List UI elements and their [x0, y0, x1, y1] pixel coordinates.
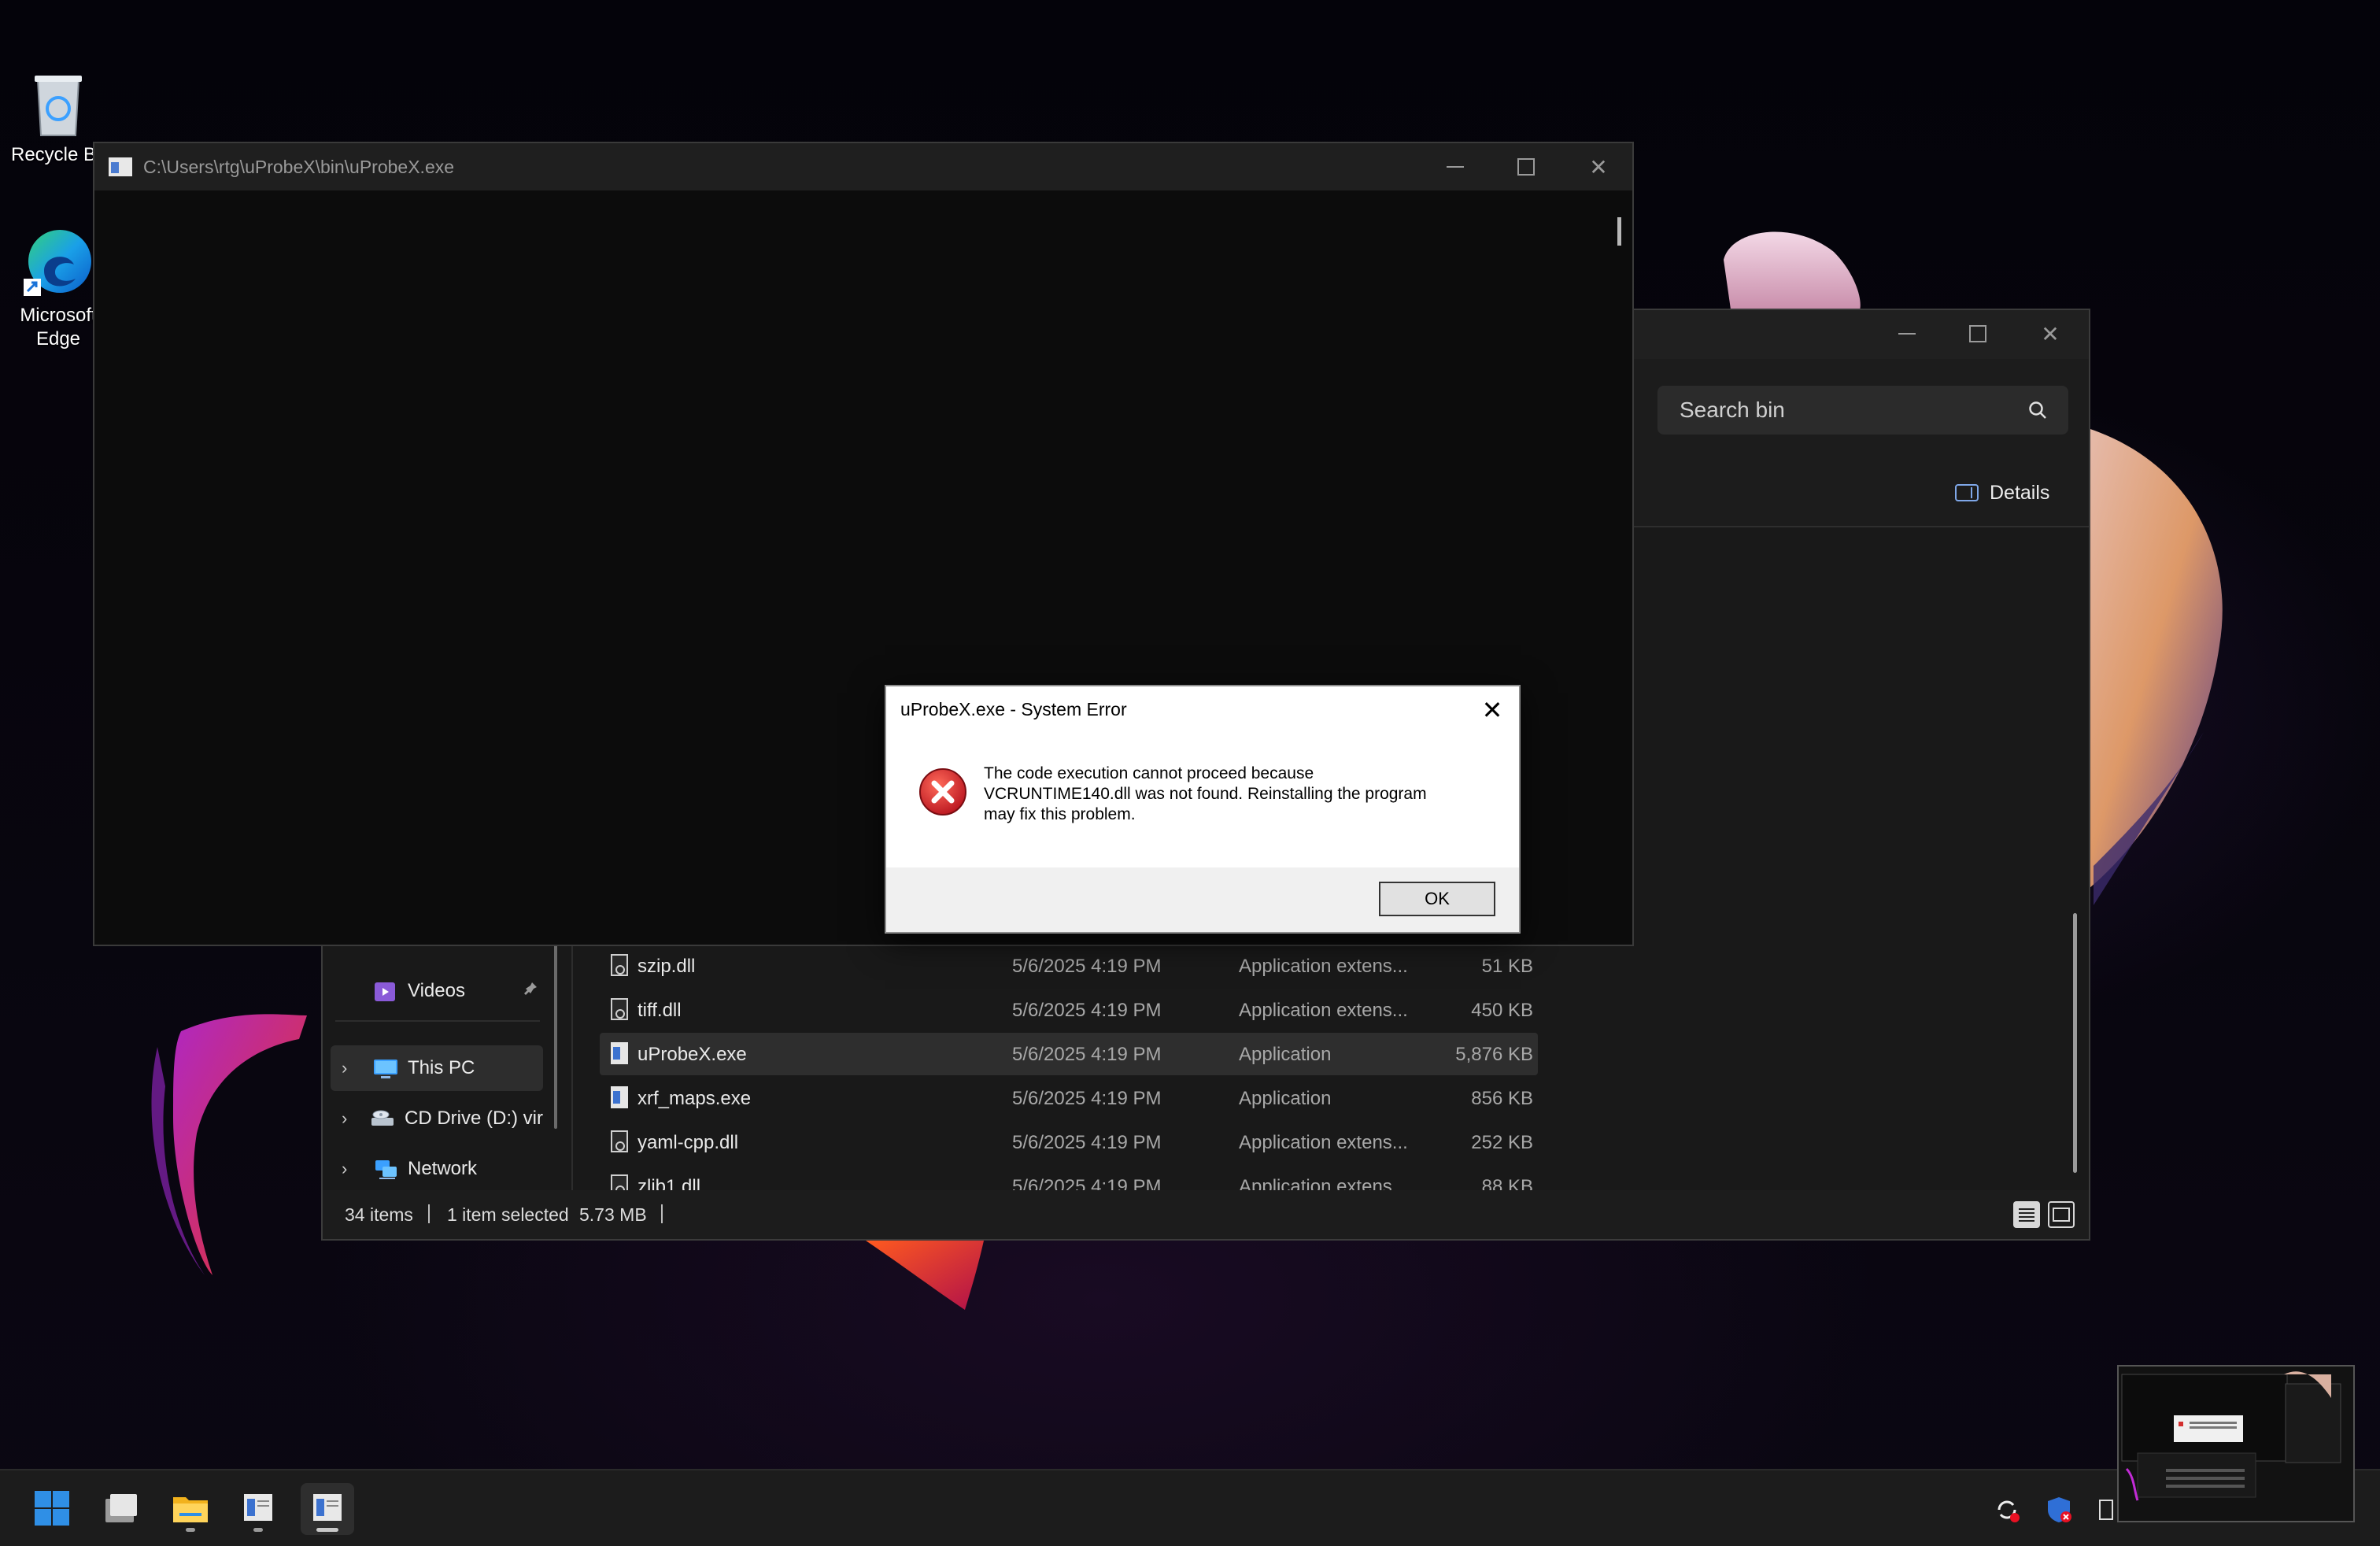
close-icon: ✕: [1589, 154, 1608, 179]
file-row-selected[interactable]: uProbeX.exe 5/6/2025 4:19 PM Application…: [600, 1033, 1538, 1075]
videos-icon: [373, 981, 397, 1001]
selection-count: 1 item selected: [447, 1204, 569, 1225]
dialog-message-line: VCRUNTIME140.dll was not found. Reinstal…: [984, 785, 1427, 803]
details-view-icon: [2019, 1208, 2034, 1222]
tiles-view-icon: [2053, 1208, 2070, 1222]
console-close-button[interactable]: ✕: [1563, 143, 1634, 190]
edge-icon: [20, 224, 96, 299]
running-indicator: [186, 1528, 195, 1532]
details-label: Details: [1990, 481, 2050, 504]
minimize-icon: [1898, 333, 1916, 335]
item-count: 34 items: [345, 1204, 413, 1225]
dll-file-icon: [611, 954, 628, 976]
recycle-bin-icon: [30, 71, 87, 139]
search-icon: [2027, 400, 2048, 424]
close-icon: ✕: [2041, 321, 2060, 346]
dialog-title: uProbeX.exe - System Error: [900, 699, 1127, 719]
sync-status-icon[interactable]: [1991, 1494, 2023, 1526]
dialog-message-line: may fix this problem.: [984, 805, 1136, 823]
chevron-right-icon[interactable]: ›: [342, 1058, 359, 1078]
task-view-button[interactable]: [94, 1483, 148, 1535]
task-view-icon: [105, 1494, 137, 1522]
console-maximize-button[interactable]: [1491, 143, 1561, 190]
maximize-icon: [1969, 325, 1986, 342]
nav-divider: [335, 1020, 540, 1022]
selection-size: 5.73 MB: [579, 1204, 647, 1225]
dialog-message-line: The code execution cannot proceed becaus…: [984, 764, 1314, 782]
tiles-view-button[interactable]: [2048, 1201, 2075, 1228]
window-thumbnail-preview[interactable]: [2117, 1365, 2355, 1522]
minimize-icon: [1447, 166, 1464, 168]
file-row[interactable]: tiff.dll 5/6/2025 4:19 PM Application ex…: [600, 989, 1538, 1031]
taskbar: [0, 1469, 2380, 1546]
nav-item-label: Videos: [408, 980, 465, 1001]
console-scrollbar[interactable]: [1617, 217, 1621, 246]
exe-file-icon: [611, 1086, 628, 1108]
desktop: Recycle Bi Microsoft Edge ✕ Search bin D…: [0, 0, 2380, 1546]
cd-drive-icon: [370, 1108, 394, 1129]
network-icon: [373, 1159, 397, 1179]
dll-file-icon: [611, 998, 628, 1020]
dialog-body: The code execution cannot proceed becaus…: [886, 734, 1519, 867]
file-list-scrollbar[interactable]: [2073, 913, 2077, 1173]
thumbnail-image: [2119, 1367, 2353, 1521]
system-error-dialog[interactable]: uProbeX.exe - System Error ✕ The code ex…: [885, 685, 1521, 934]
windows-logo-icon: [35, 1491, 69, 1526]
nav-pane-scrollbar[interactable]: [554, 940, 557, 1129]
exe-file-icon: [611, 1042, 628, 1064]
pin-icon: [523, 981, 538, 1001]
explorer-maximize-button[interactable]: [1942, 310, 2013, 357]
dll-file-icon: [611, 1130, 628, 1152]
this-pc-icon: [373, 1058, 397, 1078]
nav-item-label: Network: [408, 1158, 478, 1179]
error-icon: [918, 767, 968, 817]
dialog-message: The code execution cannot proceed becaus…: [984, 764, 1495, 825]
dialog-titlebar[interactable]: uProbeX.exe - System Error ✕: [886, 686, 1519, 734]
security-shield-icon[interactable]: [2043, 1494, 2075, 1526]
maximize-icon: [1517, 158, 1535, 176]
status-bar: 34 items 1 item selected 5.73 MB: [323, 1190, 2089, 1239]
start-button[interactable]: [25, 1483, 79, 1535]
explorer-minimize-button[interactable]: [1872, 310, 1942, 357]
console-title: C:\Users\rtg\uProbeX\bin\uProbeX.exe: [143, 156, 455, 177]
nav-item-cd-drive[interactable]: › CD Drive (D:) vir: [331, 1096, 543, 1141]
status-divider: [661, 1204, 663, 1223]
search-input[interactable]: Search bin: [1658, 386, 2068, 435]
close-icon: ✕: [1481, 696, 1503, 724]
nav-item-label: CD Drive (D:) vir: [405, 1108, 543, 1129]
status-divider: [428, 1204, 430, 1223]
taskbar-file-explorer[interactable]: [164, 1483, 217, 1535]
search-placeholder: Search bin: [1680, 398, 1785, 422]
file-row[interactable]: szip.dll 5/6/2025 4:19 PM Application ex…: [600, 945, 1538, 987]
details-pane-button[interactable]: Details: [1955, 477, 2049, 509]
nav-item-label: This PC: [408, 1057, 475, 1078]
console-minimize-button[interactable]: [1420, 143, 1491, 190]
edge-label: Microsoft Edge: [20, 305, 97, 350]
nav-item-network[interactable]: › Network: [331, 1146, 543, 1192]
ok-button[interactable]: OK: [1379, 882, 1495, 916]
nav-item-videos[interactable]: Videos: [331, 968, 543, 1014]
active-indicator: [316, 1528, 338, 1532]
file-row[interactable]: yaml-cpp.dll 5/6/2025 4:19 PM Applicatio…: [600, 1121, 1538, 1163]
nav-item-this-pc[interactable]: › This PC: [331, 1045, 543, 1091]
taskbar-uprobex-app[interactable]: [301, 1483, 354, 1535]
chevron-right-icon[interactable]: ›: [342, 1108, 356, 1129]
console-titlebar[interactable]: C:\Users\rtg\uProbeX\bin\uProbeX.exe ✕: [94, 143, 1632, 190]
explorer-close-button[interactable]: ✕: [2015, 310, 2086, 357]
console-app-icon: [109, 157, 132, 176]
running-indicator: [253, 1528, 263, 1532]
details-pane-icon: [1955, 484, 1979, 501]
file-row[interactable]: xrf_maps.exe 5/6/2025 4:19 PM Applicatio…: [600, 1077, 1538, 1119]
details-view-button[interactable]: [2013, 1201, 2040, 1228]
dialog-close-button[interactable]: ✕: [1476, 694, 1508, 726]
chevron-right-icon[interactable]: ›: [342, 1159, 359, 1179]
taskbar-console-app[interactable]: [231, 1483, 285, 1535]
